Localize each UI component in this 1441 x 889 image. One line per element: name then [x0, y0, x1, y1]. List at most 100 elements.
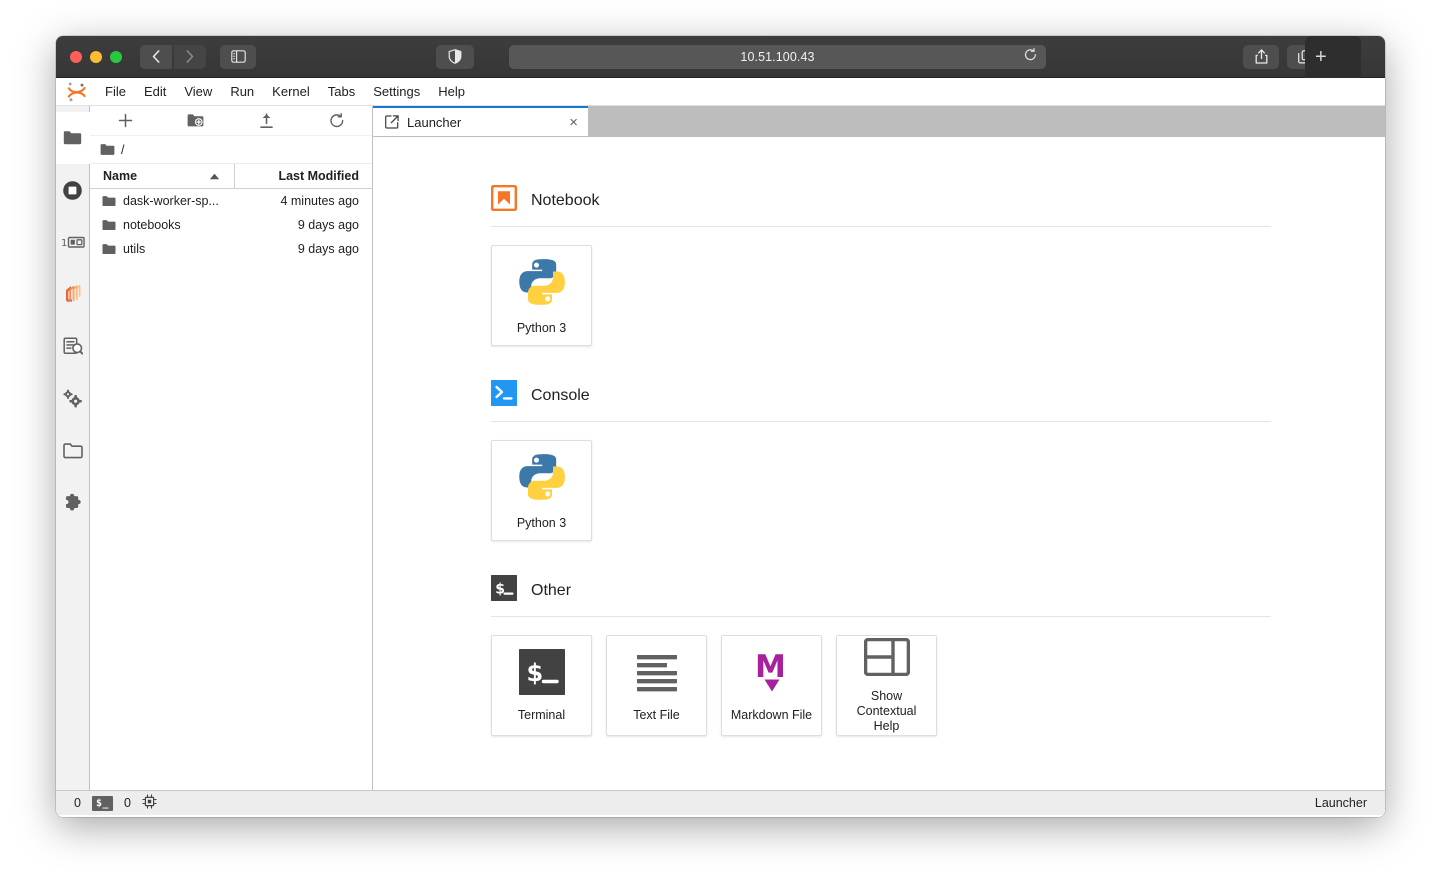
new-tab-button[interactable]: + [1305, 36, 1361, 78]
stop-circle-icon [63, 180, 82, 200]
menu-run[interactable]: Run [221, 81, 263, 103]
console-icon [491, 380, 517, 411]
section-header: $ Other [491, 575, 1385, 606]
jupyter-logo[interactable] [64, 82, 90, 102]
sidebar-item-running-sessions[interactable] [56, 164, 90, 216]
close-icon[interactable]: × [569, 115, 578, 130]
menu-settings[interactable]: Settings [364, 81, 429, 103]
file-modified: 4 minutes ago [280, 194, 359, 208]
tabs-folder-icon [62, 442, 83, 458]
browser-window: 10.51.100.43 File Edit View Run Kernel T… [56, 36, 1385, 817]
sidebar-item-property-inspector[interactable] [56, 320, 90, 372]
sidebar-item-file-browser[interactable] [56, 112, 90, 164]
dock-tab-bar: Launcher × [373, 106, 1385, 136]
breadcrumb[interactable]: / [90, 136, 372, 164]
column-header-name[interactable]: Name [90, 164, 235, 188]
launcher-card-terminal[interactable]: $ Terminal [491, 635, 592, 736]
card-label: Show Contextual Help [856, 688, 917, 733]
section-header: Console [491, 380, 1385, 411]
upload-button[interactable] [231, 112, 302, 129]
status-bar-left: 0 $_ 0 [56, 794, 157, 812]
folder-icon [102, 219, 116, 231]
column-header-last-modified[interactable]: Last Modified [235, 164, 372, 188]
jupyterlab-main: 1 / Name Last Modified dask-worker-sp...… [56, 106, 1385, 790]
menu-file[interactable]: File [96, 81, 135, 103]
menu-view[interactable]: View [175, 81, 221, 103]
upload-icon [259, 112, 273, 128]
plus-icon [118, 113, 132, 128]
file-list-item[interactable]: utils 9 days ago [90, 237, 372, 261]
python-logo-icon [516, 451, 568, 508]
sidebar-item-extension-settings[interactable] [56, 372, 90, 424]
kernel-count[interactable]: 0 [74, 796, 81, 810]
maximize-window-button[interactable] [110, 50, 122, 63]
file-list-item[interactable]: notebooks 9 days ago [90, 213, 372, 237]
menu-kernel[interactable]: Kernel [263, 81, 319, 103]
launcher-panel: Notebook Python 3 Console Python 3 $ Oth… [373, 136, 1385, 790]
section-divider [491, 226, 1271, 227]
dock-panel: Launcher × Notebook Python 3 Console Pyt… [373, 106, 1385, 790]
svg-text:$: $ [495, 581, 505, 597]
menu-help[interactable]: Help [429, 81, 474, 103]
dask-logo-icon [65, 284, 80, 302]
menu-tabs[interactable]: Tabs [319, 81, 364, 103]
url-text: 10.51.100.43 [740, 50, 815, 64]
terminal-icon: $ [518, 648, 565, 700]
address-bar[interactable]: 10.51.100.43 [509, 45, 1046, 69]
reload-button[interactable] [1024, 47, 1037, 67]
jupyter-logo-icon [67, 82, 86, 101]
launcher-section-console: Console Python 3 [491, 380, 1385, 541]
close-window-button[interactable] [70, 50, 82, 63]
new-launcher-button[interactable] [90, 113, 161, 128]
privacy-report-button[interactable] [436, 44, 474, 69]
terminal-badge[interactable]: $_ [91, 795, 113, 811]
tab-launcher[interactable]: Launcher × [373, 106, 588, 136]
refresh-button[interactable] [302, 112, 373, 129]
file-modified: 9 days ago [297, 218, 359, 232]
launcher-card-notebook-python3[interactable]: Python 3 [491, 245, 592, 346]
jupyterlab-menubar: File Edit View Run Kernel Tabs Settings … [56, 78, 1385, 106]
svg-text:1: 1 [61, 238, 67, 249]
status-bar-right: Launcher [1314, 796, 1367, 810]
caret-up-icon [209, 169, 220, 183]
launcher-card-markdown-file[interactable]: M Markdown File [721, 635, 822, 736]
section-cards: Python 3 [491, 245, 1385, 346]
tab-label: Launcher [407, 114, 462, 130]
section-cards: Python 3 [491, 440, 1385, 541]
chevron-left-icon [152, 50, 160, 63]
sidebar-item-command-palette[interactable]: 1 [56, 216, 90, 268]
property-inspector-icon [62, 337, 83, 355]
sidebar-item-open-tabs[interactable] [56, 424, 90, 476]
activity-bar: 1 [56, 106, 90, 790]
launcher-card-console-python3[interactable]: Python 3 [491, 440, 592, 541]
share-button[interactable] [1243, 44, 1279, 69]
launcher-card-contextual-help[interactable]: Show Contextual Help [836, 635, 937, 736]
file-list: dask-worker-sp... 4 minutes ago notebook… [90, 189, 372, 261]
section-header: Notebook [491, 185, 1385, 216]
minimize-window-button[interactable] [90, 50, 102, 63]
folder-icon [102, 195, 116, 207]
forward-button[interactable] [174, 44, 206, 69]
back-button[interactable] [140, 44, 172, 69]
sidebar-toggle-icon [230, 50, 246, 63]
section-title: Console [531, 386, 590, 404]
breadcrumb-path: / [121, 142, 125, 157]
file-list-item[interactable]: dask-worker-sp... 4 minutes ago [90, 189, 372, 213]
new-folder-icon [187, 114, 204, 127]
new-folder-button[interactable] [161, 113, 232, 128]
markdown-icon: M [749, 649, 795, 700]
sidebar-toggle-button[interactable] [220, 44, 256, 69]
launcher-card-text-file[interactable]: Text File [606, 635, 707, 736]
file-browser-panel: / Name Last Modified dask-worker-sp... 4… [90, 106, 373, 790]
svg-text:$: $ [526, 659, 543, 687]
card-label: Terminal [517, 707, 566, 722]
cpu-chip-icon[interactable] [142, 794, 157, 812]
sidebar-item-dask[interactable] [56, 268, 90, 320]
sidebar-item-extension-manager[interactable] [56, 476, 90, 528]
gears-icon [63, 389, 82, 408]
window-traffic-lights [70, 50, 122, 63]
terminal-count[interactable]: 0 [124, 796, 131, 810]
menu-edit[interactable]: Edit [135, 81, 175, 103]
file-modified: 9 days ago [297, 242, 359, 256]
privacy-shield-icon [448, 49, 462, 64]
